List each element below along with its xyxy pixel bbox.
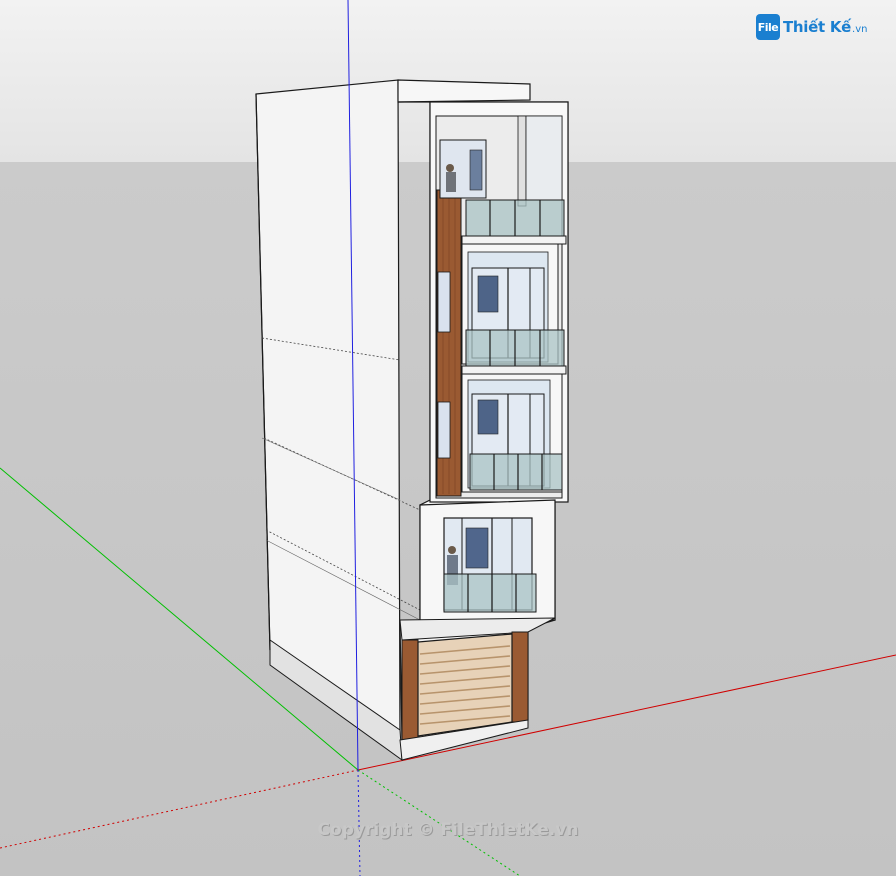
floor1-window	[465, 527, 489, 569]
floor3-window	[477, 275, 499, 313]
copyright-watermark: Copyright © FileThietKe.vn	[317, 820, 579, 840]
ground-wood-panel-left	[401, 639, 419, 741]
logo-tld: .vn	[852, 23, 868, 35]
logo-box: File	[756, 14, 780, 40]
filethietke-logo: File Thiết Kế .vn	[756, 12, 867, 42]
floor3-balcony-slab	[461, 365, 567, 375]
roof-parapet	[397, 79, 531, 103]
ground-wood-panel-right	[511, 631, 529, 723]
logo-text: Thiết Kế	[783, 18, 852, 36]
floor3-side-window	[437, 271, 451, 333]
top-floor-wall	[525, 115, 563, 201]
sketchup-viewport[interactable]: File Thiết Kế .vn Copyright © FileThietK…	[0, 0, 896, 876]
floor1-balcony-railing	[443, 573, 537, 613]
top-floor-pillar	[517, 115, 527, 207]
floor2-side-window	[437, 401, 451, 459]
model-scene[interactable]	[0, 0, 896, 876]
floor2-balcony-railing	[469, 453, 563, 491]
logo-box-text: File	[757, 20, 779, 34]
top-balcony-slab	[461, 235, 567, 245]
top-floor-window-pane	[469, 149, 483, 191]
floor2-window	[477, 399, 499, 435]
